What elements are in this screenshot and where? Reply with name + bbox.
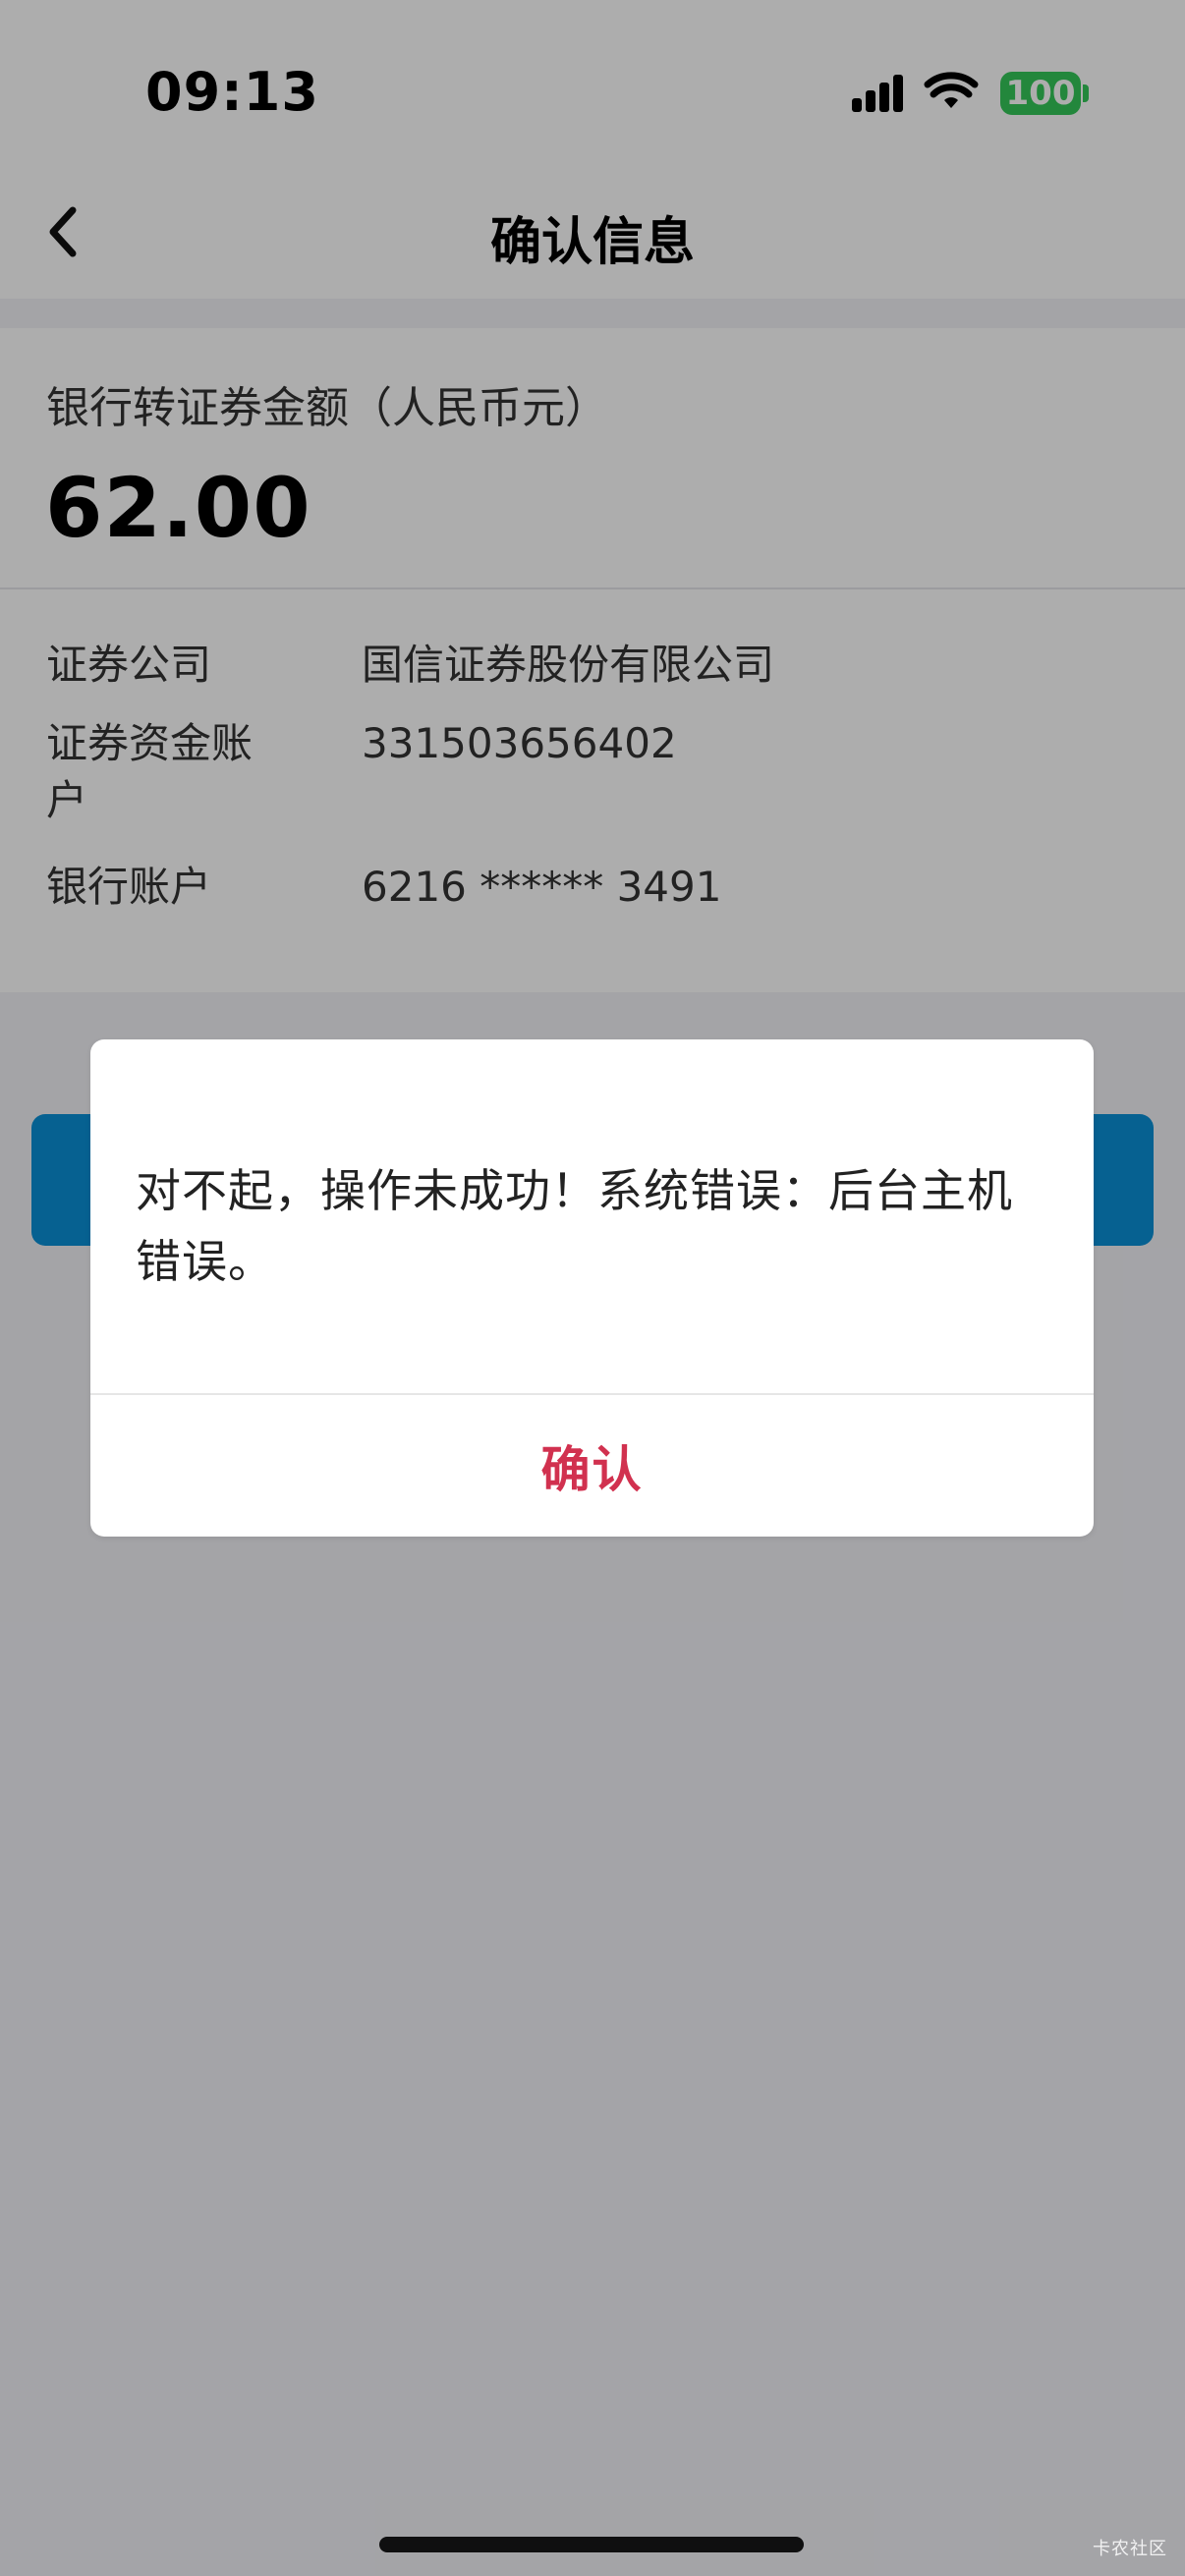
dialog-message: 对不起，操作未成功！系统错误：后台主机错误。 [136, 1164, 1013, 1288]
confirm-button[interactable]: 确认 [90, 1395, 1094, 1537]
watermark-text: 卡农社区 [1093, 2539, 1167, 2559]
home-indicator [379, 2537, 804, 2552]
error-dialog: 对不起，操作未成功！系统错误：后台主机错误。 确认 [90, 1039, 1094, 1537]
